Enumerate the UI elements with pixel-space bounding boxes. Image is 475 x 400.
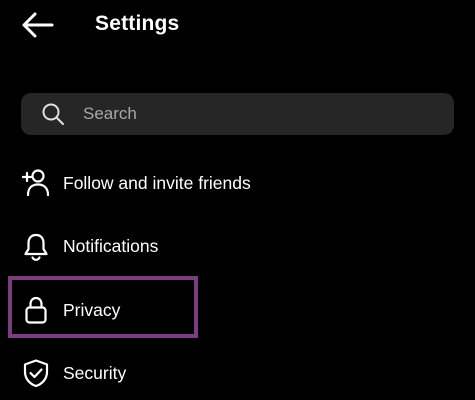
- menu-item-label: Notifications: [63, 236, 159, 256]
- arrow-left-icon: [22, 12, 54, 38]
- menu-item-label: Security: [63, 363, 127, 383]
- shield-check-icon: [20, 357, 52, 389]
- page-title: Settings: [95, 12, 180, 35]
- add-person-icon: [20, 167, 52, 199]
- lock-icon: [20, 294, 52, 326]
- menu-item-follow-invite[interactable]: Follow and invite friends: [0, 156, 475, 210]
- back-button[interactable]: [18, 8, 56, 42]
- menu-item-label: Privacy: [63, 300, 121, 320]
- bell-icon: [20, 230, 52, 262]
- header-bar: Settings: [0, 0, 475, 50]
- menu-item-label: Follow and invite friends: [63, 173, 251, 193]
- search-input[interactable]: [83, 104, 413, 124]
- menu-item-notifications[interactable]: Notifications: [0, 219, 475, 273]
- search-icon: [41, 102, 65, 126]
- menu-item-security[interactable]: Security: [0, 346, 475, 400]
- search-bar[interactable]: [21, 93, 454, 135]
- menu-item-privacy[interactable]: Privacy: [0, 283, 475, 337]
